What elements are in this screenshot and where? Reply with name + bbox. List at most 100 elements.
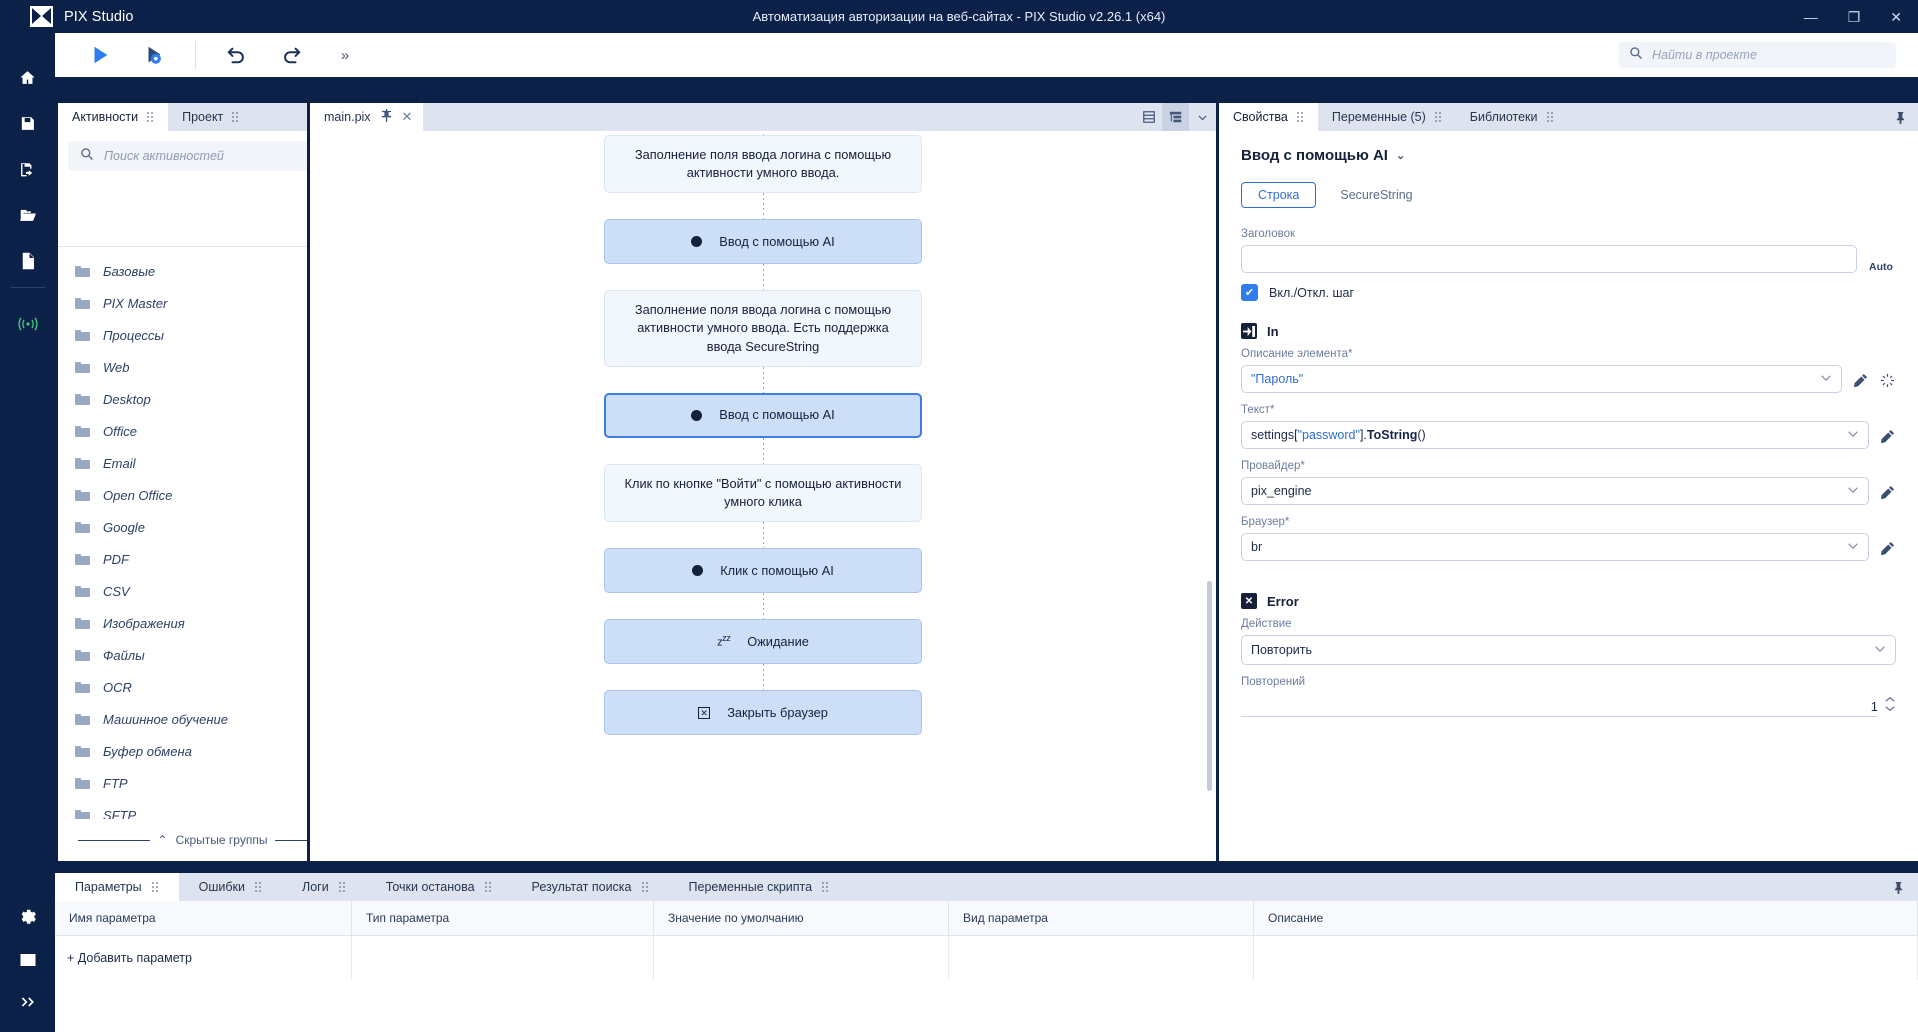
tab-project[interactable]: Проект bbox=[168, 103, 254, 131]
flow-step-node[interactable]: Клик с помощью AI bbox=[604, 548, 922, 594]
project-search-wrap bbox=[1619, 42, 1896, 68]
close-icon[interactable]: ✕ bbox=[1890, 10, 1902, 24]
flow-comment-node[interactable]: Заполнение поля ввода логина с помощью а… bbox=[604, 135, 922, 194]
table-column-header[interactable]: Значение по умолчанию bbox=[654, 901, 949, 935]
table-column-header[interactable]: Описание bbox=[1254, 901, 1918, 935]
pin-icon[interactable] bbox=[1883, 103, 1918, 131]
drag-grip-icon[interactable] bbox=[1296, 111, 1304, 123]
table-row[interactable]: + Добавить параметр bbox=[55, 936, 1918, 980]
tab-properties[interactable]: Свойства bbox=[1219, 103, 1318, 131]
new-file-icon[interactable] bbox=[0, 245, 55, 277]
drag-grip-icon[interactable] bbox=[255, 881, 262, 893]
flow-step-node[interactable]: zzz Ожидание bbox=[604, 619, 922, 665]
header-auto-label[interactable]: Auto bbox=[1866, 261, 1896, 273]
text-field-row: settings["password"].ToString() bbox=[1241, 421, 1896, 449]
segment-string[interactable]: Строка bbox=[1241, 182, 1317, 208]
bottom-tab[interactable]: Переменные скрипта bbox=[669, 873, 850, 901]
bottom-tab[interactable]: Результат поиска bbox=[512, 873, 669, 901]
tab-variables[interactable]: Переменные (5) bbox=[1317, 103, 1456, 131]
chevron-down-icon[interactable] bbox=[1847, 541, 1859, 553]
run-config-icon[interactable] bbox=[127, 33, 181, 77]
magic-wand-icon[interactable] bbox=[1878, 367, 1896, 393]
chevron-down-icon[interactable] bbox=[1847, 429, 1859, 441]
text-field-input[interactable]: settings["password"].ToString() bbox=[1241, 421, 1869, 449]
canvas-scrollbar[interactable] bbox=[1207, 581, 1212, 791]
flow-step-node[interactable]: Ввод с помощью AI bbox=[604, 392, 922, 438]
bottom-tab[interactable]: Логи bbox=[282, 873, 366, 901]
error-action-select[interactable]: Повторить bbox=[1241, 635, 1896, 665]
recorder-icon[interactable] bbox=[0, 308, 55, 340]
drag-grip-icon[interactable] bbox=[641, 881, 649, 893]
project-search-input[interactable] bbox=[1652, 48, 1886, 62]
drag-grip-icon[interactable] bbox=[484, 881, 492, 893]
chevron-down-icon[interactable]: ⌄ bbox=[1396, 149, 1405, 162]
chevron-down-icon[interactable] bbox=[1874, 644, 1886, 656]
table-cell-default[interactable] bbox=[654, 936, 949, 980]
pin-icon[interactable] bbox=[1879, 873, 1918, 901]
bottom-tab[interactable]: Ошибки bbox=[179, 873, 282, 901]
chevron-down-icon[interactable] bbox=[1189, 103, 1216, 131]
tab-activities[interactable]: Активности bbox=[58, 103, 169, 131]
minimize-icon[interactable]: — bbox=[1804, 10, 1818, 24]
flow-comment-node[interactable]: Заполнение поля ввода логина с помощью а… bbox=[604, 290, 922, 367]
open-folder-icon[interactable] bbox=[0, 199, 55, 231]
add-parameter-cell[interactable]: + Добавить параметр bbox=[55, 936, 352, 980]
bottom-tab[interactable]: Параметры bbox=[55, 873, 179, 901]
stepper-down-icon[interactable] bbox=[1884, 705, 1896, 714]
browser-field-input[interactable]: br bbox=[1241, 533, 1869, 561]
drag-grip-icon[interactable] bbox=[1434, 111, 1442, 123]
enable-step-checkbox[interactable]: ✔ bbox=[1241, 284, 1258, 301]
pencil-icon[interactable] bbox=[1878, 423, 1896, 449]
table-cell-kind[interactable] bbox=[949, 936, 1254, 980]
chevron-down-icon[interactable] bbox=[1820, 373, 1832, 385]
project-search-box[interactable] bbox=[1619, 42, 1896, 68]
table-column-header[interactable]: Тип параметра bbox=[352, 901, 654, 935]
drag-grip-icon[interactable] bbox=[151, 881, 159, 893]
settings-gear-icon[interactable] bbox=[0, 902, 55, 934]
drag-grip-icon[interactable] bbox=[232, 111, 239, 123]
drag-grip-icon[interactable] bbox=[1546, 111, 1554, 123]
run-icon[interactable] bbox=[73, 33, 127, 77]
element-description-input[interactable]: "Пароль" bbox=[1241, 365, 1842, 393]
drag-grip-icon[interactable] bbox=[338, 881, 346, 893]
pencil-icon[interactable] bbox=[1878, 535, 1896, 561]
error-retries-input[interactable]: 1 bbox=[1241, 693, 1878, 717]
table-cell-type[interactable] bbox=[352, 936, 654, 980]
pencil-icon[interactable] bbox=[1878, 479, 1896, 505]
toolbar-more-button[interactable]: » bbox=[318, 33, 372, 77]
flow-step-node[interactable]: ✕ Закрыть браузер bbox=[604, 690, 922, 736]
activity-group-label: Email bbox=[103, 455, 136, 471]
file-tab-close-icon[interactable]: ✕ bbox=[402, 109, 413, 125]
flow-comment-node[interactable]: Клик по кнопке "Войти" с помощью активно… bbox=[604, 463, 922, 523]
title-bar: PIX Studio Автоматизация авторизации на … bbox=[0, 0, 1918, 33]
redo-icon[interactable] bbox=[264, 33, 318, 77]
undo-icon[interactable] bbox=[210, 33, 264, 77]
bottom-tab[interactable]: Точки останова bbox=[366, 873, 512, 901]
flow-step-node[interactable]: Ввод с помощью AI bbox=[604, 219, 922, 265]
maximize-icon[interactable]: ❐ bbox=[1848, 10, 1861, 24]
flow-canvas[interactable]: Заполнение поля ввода логина с помощью а… bbox=[310, 131, 1216, 861]
inbox-icon[interactable] bbox=[0, 944, 55, 976]
save-icon[interactable] bbox=[0, 107, 55, 139]
stepper-up-icon[interactable] bbox=[1884, 696, 1896, 705]
tree-view-icon[interactable] bbox=[1162, 103, 1189, 131]
segment-securestring[interactable]: SecureString bbox=[1324, 183, 1428, 207]
home-icon[interactable] bbox=[0, 61, 55, 93]
table-column-header[interactable]: Вид параметра bbox=[949, 901, 1254, 935]
list-view-icon[interactable] bbox=[1135, 103, 1162, 131]
file-tab-main-pix[interactable]: main.pix ✕ bbox=[310, 103, 424, 131]
save-as-icon[interactable] bbox=[0, 153, 55, 185]
chevron-down-icon[interactable] bbox=[1847, 485, 1859, 497]
node-content: ✕ Закрыть браузер bbox=[698, 704, 828, 722]
header-field-input[interactable] bbox=[1241, 245, 1857, 273]
tab-libraries[interactable]: Библиотеки bbox=[1455, 103, 1568, 131]
provider-field-input[interactable]: pix_engine bbox=[1241, 477, 1869, 505]
workspace: Активности Проект Поиск активностей Базо… bbox=[55, 77, 1918, 1032]
pin-icon[interactable] bbox=[380, 108, 393, 126]
pencil-icon[interactable] bbox=[1851, 367, 1869, 393]
expand-icon[interactable] bbox=[0, 986, 55, 1018]
drag-grip-icon[interactable] bbox=[822, 881, 829, 893]
table-cell-description[interactable] bbox=[1254, 936, 1918, 980]
drag-grip-icon[interactable] bbox=[147, 111, 154, 123]
table-column-header[interactable]: Имя параметра bbox=[55, 901, 352, 935]
